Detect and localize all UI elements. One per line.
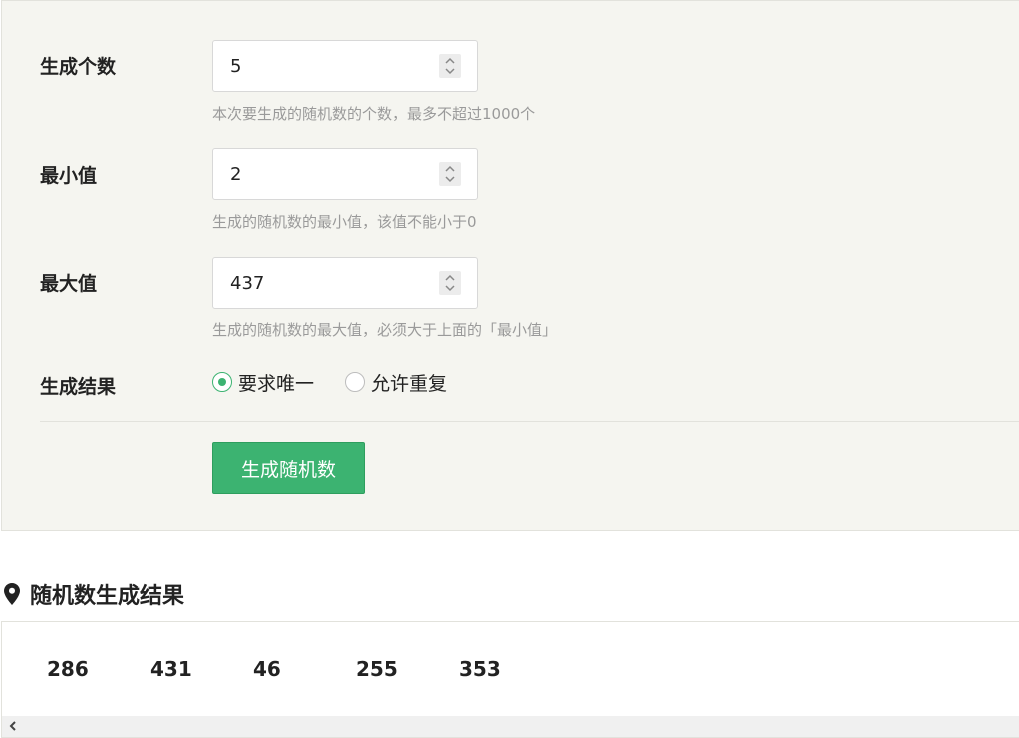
count-hint: 本次要生成的随机数的个数，最多不超过1000个	[212, 105, 536, 123]
scroll-left-icon[interactable]	[8, 720, 18, 732]
min-input[interactable]: 2	[212, 148, 478, 200]
radio-allow-duplicates-label: 允许重复	[371, 372, 448, 395]
horizontal-scrollbar[interactable]	[2, 716, 1019, 737]
count-input[interactable]: 5	[212, 40, 478, 92]
max-input[interactable]: 437	[212, 257, 478, 309]
max-label: 最大值	[40, 273, 98, 295]
min-label: 最小值	[40, 165, 98, 187]
result-number: 286	[47, 657, 89, 681]
max-value: 437	[230, 273, 265, 294]
result-title: 随机数生成结果	[30, 584, 185, 609]
radio-unique[interactable]: 要求唯一	[212, 370, 315, 395]
radio-unchecked-icon	[345, 372, 365, 392]
result-number: 46	[253, 657, 281, 681]
min-hint: 生成的随机数的最小值，该值不能小于0	[212, 213, 477, 231]
result-panel: 286 431 46 255 353	[1, 621, 1019, 738]
min-value: 2	[230, 164, 242, 185]
radio-unique-label: 要求唯一	[238, 372, 315, 395]
max-hint: 生成的随机数的最大值，必须大于上面的「最小值」	[212, 321, 558, 339]
min-stepper[interactable]	[439, 162, 461, 186]
map-pin-icon	[4, 583, 20, 605]
result-heading: 随机数生成结果	[4, 578, 184, 610]
result-number: 255	[356, 657, 398, 681]
stepper-arrows-icon	[445, 274, 455, 292]
result-numbers: 286 431 46 255 353	[47, 657, 562, 681]
form-divider	[40, 421, 1019, 422]
count-value: 5	[230, 56, 242, 77]
radio-checked-icon	[212, 372, 232, 392]
count-label: 生成个数	[40, 56, 117, 78]
stepper-arrows-icon	[445, 165, 455, 183]
result-number: 353	[459, 657, 501, 681]
result-mode-label: 生成结果	[40, 376, 117, 398]
max-stepper[interactable]	[439, 271, 461, 295]
count-stepper[interactable]	[439, 54, 461, 78]
radio-allow-duplicates[interactable]: 允许重复	[345, 370, 448, 395]
result-number: 431	[150, 657, 192, 681]
stepper-arrows-icon	[445, 57, 455, 75]
generator-form: 生成个数 5 本次要生成的随机数的个数，最多不超过1000个 最小值 2 生成的…	[1, 0, 1019, 531]
generate-button[interactable]: 生成随机数	[212, 442, 365, 494]
